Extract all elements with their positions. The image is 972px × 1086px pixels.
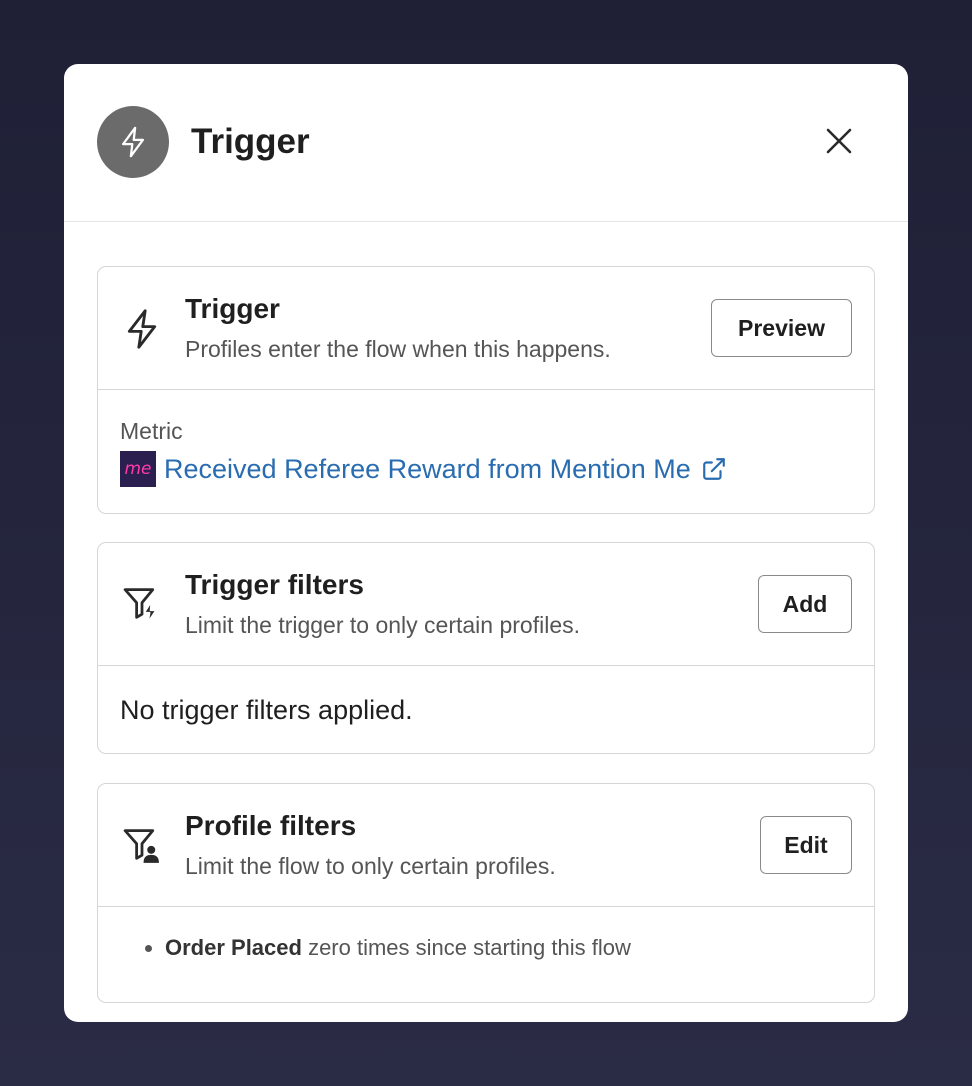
close-icon — [826, 128, 852, 154]
modal-title: Trigger — [191, 122, 310, 161]
lightning-bolt-icon — [127, 309, 157, 349]
trigger-card-header: Trigger Profiles enter the flow when thi… — [98, 267, 874, 390]
mention-me-logo: me — [120, 451, 156, 487]
profile-filters-card-header: Profile filters Limit the flow to only c… — [98, 784, 874, 907]
metric-row: me Received Referee Reward from Mention … — [120, 451, 727, 487]
metric-label: Metric — [120, 418, 183, 444]
modal-header: Trigger — [64, 64, 908, 222]
profile-filters-description: Limit the flow to only certain profiles. — [185, 853, 556, 879]
list-item: Order Placed zero times since starting t… — [165, 933, 631, 963]
trigger-filters-body: No trigger filters applied. — [98, 666, 874, 753]
add-filter-button[interactable]: Add — [758, 575, 852, 633]
trigger-filters-icon-wrap — [120, 583, 164, 627]
profile-filters-body: Order Placed zero times since starting t… — [98, 907, 874, 1002]
filter-lightning-icon — [123, 588, 157, 623]
trigger-card-description: Profiles enter the flow when this happen… — [185, 336, 611, 362]
profile-filters-list: Order Placed zero times since starting t… — [120, 933, 631, 963]
trigger-card: Trigger Profiles enter the flow when thi… — [97, 266, 875, 514]
trigger-filters-description: Limit the trigger to only certain profil… — [185, 612, 581, 638]
trigger-filters-card: Trigger filters Limit the trigger to onl… — [97, 542, 875, 754]
filter-condition-text: zero times since starting this flow — [301, 935, 631, 960]
trigger-card-icon-wrap — [120, 307, 164, 351]
profile-filters-card: Profile filters Limit the flow to only c… — [97, 783, 875, 1003]
external-link-button[interactable] — [701, 456, 727, 482]
close-button[interactable] — [819, 121, 859, 161]
edit-profile-filters-button[interactable]: Edit — [760, 816, 852, 874]
trigger-filters-title: Trigger filters — [185, 569, 364, 600]
external-link-icon — [702, 458, 725, 480]
no-trigger-filters-text: No trigger filters applied. — [120, 695, 413, 725]
profile-filters-title: Profile filters — [185, 810, 357, 841]
profile-filters-icon-wrap — [120, 824, 164, 868]
filter-metric-name: Order Placed — [165, 935, 302, 960]
trigger-card-body: Metric me Received Referee Reward from M… — [98, 390, 874, 513]
lightning-bolt-icon — [121, 126, 145, 158]
metric-link[interactable]: Received Referee Reward from Mention Me — [164, 451, 691, 487]
preview-button[interactable]: Preview — [711, 299, 852, 357]
header-icon-badge — [97, 106, 169, 178]
filter-person-icon — [123, 829, 159, 863]
trigger-modal: Trigger Trigger Profiles enter the flow … — [64, 64, 908, 1022]
trigger-filters-card-header: Trigger filters Limit the trigger to onl… — [98, 543, 874, 666]
trigger-card-title: Trigger — [185, 293, 280, 324]
